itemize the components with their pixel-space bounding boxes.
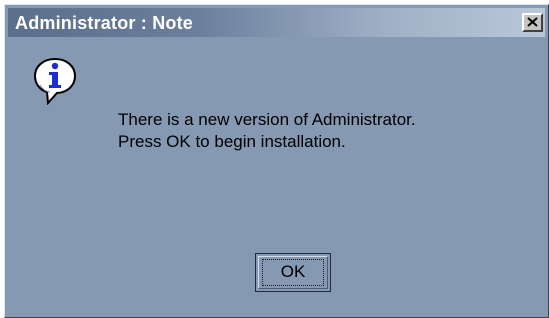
message-line-1: There is a new version of Administrator.: [118, 110, 416, 129]
title-bar[interactable]: Administrator : Note: [8, 8, 545, 37]
message-line-2: Press OK to begin installation.: [118, 132, 346, 151]
close-button[interactable]: [522, 13, 543, 32]
window-title: Administrator : Note: [15, 13, 194, 33]
ok-button[interactable]: OK: [255, 253, 331, 292]
information-icon: [33, 57, 77, 105]
message-text: There is a new version of Administrator.…: [118, 109, 416, 153]
ok-button-label: OK: [280, 262, 306, 281]
note-dialog: Administrator : Note There is a new vers…: [4, 4, 549, 318]
close-x-icon: [527, 17, 538, 27]
